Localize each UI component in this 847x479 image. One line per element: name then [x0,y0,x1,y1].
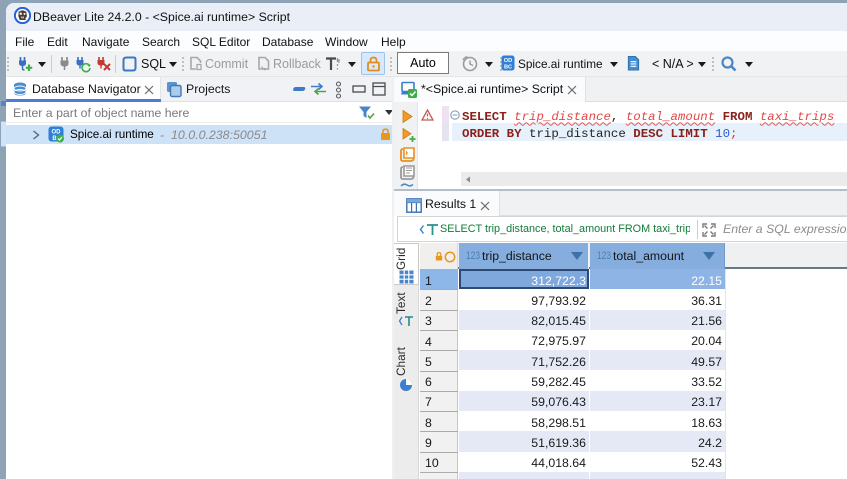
svg-text:123: 123 [466,250,480,262]
svg-text:123: 123 [597,250,611,262]
svg-text:BC: BC [504,65,512,71]
svg-text:OD: OD [504,58,512,64]
